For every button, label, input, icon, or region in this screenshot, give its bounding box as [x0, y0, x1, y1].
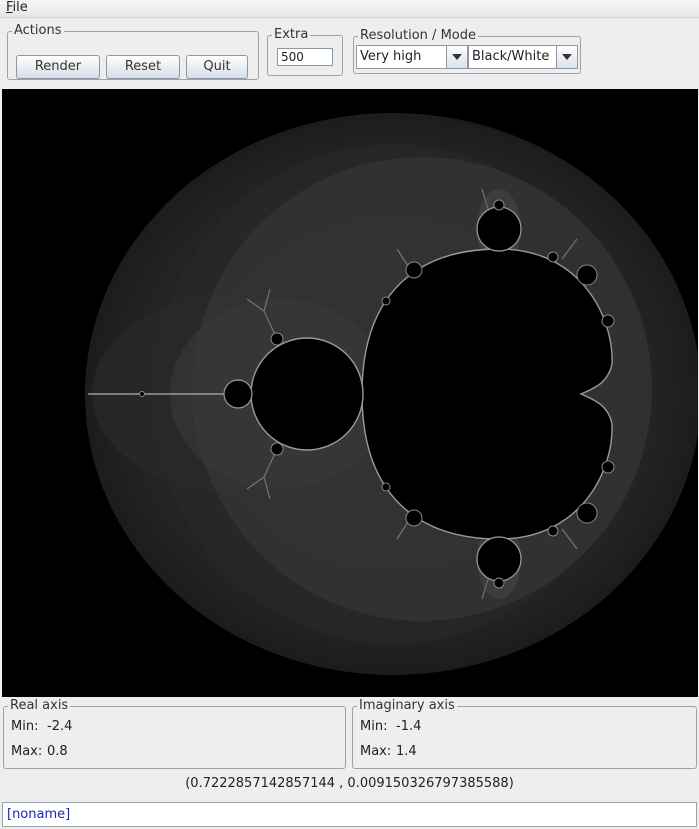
real-axis-title: Real axis: [10, 698, 69, 713]
imag-min-value: -1.4: [396, 719, 422, 734]
mode-select[interactable]: Black/White: [468, 45, 578, 69]
render-button[interactable]: Render: [16, 55, 100, 79]
mode-value: Black/White: [472, 49, 550, 64]
real-min-label: Min:: [11, 719, 39, 734]
menu-bar: File: [0, 0, 699, 18]
cursor-coordinates: (0.7222857142857144 , 0.0091503267973855…: [185, 776, 514, 791]
actions-title: Actions: [14, 23, 62, 38]
extra-iterations-input[interactable]: 500: [277, 48, 333, 66]
extra-title: Extra: [274, 27, 309, 42]
imaginary-axis-title: Imaginary axis: [359, 698, 455, 713]
resolution-mode-group: Resolution / Mode Very high Black/White: [353, 29, 581, 74]
actions-group: Actions Render Reset Quit: [7, 24, 259, 80]
resolution-value: Very high: [360, 49, 422, 64]
quit-button[interactable]: Quit: [186, 55, 248, 79]
real-axis-group: Real axis Min: -2.4 Max: 0.8: [3, 699, 346, 769]
imag-min-label: Min:: [360, 719, 388, 734]
imag-max-value: 1.4: [396, 744, 417, 759]
resolution-select[interactable]: Very high: [356, 45, 468, 69]
fractal-canvas[interactable]: [2, 89, 698, 697]
resolution-mode-title: Resolution / Mode: [360, 28, 476, 43]
reset-button[interactable]: Reset: [106, 55, 180, 79]
menu-file-rest: ile: [12, 0, 28, 15]
imag-max-label: Max:: [360, 744, 392, 759]
triangle-down-icon[interactable]: [556, 46, 577, 68]
real-max-value: 0.8: [47, 744, 68, 759]
extra-group: Extra 500: [267, 28, 343, 76]
imaginary-axis-group: Imaginary axis Min: -1.4 Max: 1.4: [352, 699, 697, 769]
mandelbrot-image: [2, 89, 698, 697]
status-bar: [noname]: [2, 802, 697, 827]
status-text: [noname]: [7, 807, 71, 822]
real-min-value: -2.4: [47, 719, 73, 734]
menu-file[interactable]: File: [6, 0, 28, 15]
triangle-down-icon[interactable]: [446, 46, 467, 68]
real-max-label: Max:: [11, 744, 43, 759]
